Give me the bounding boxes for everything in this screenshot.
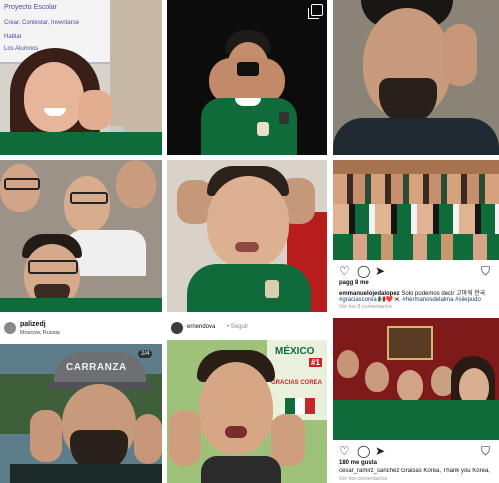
hand (78, 90, 112, 130)
post-caption: cesar_ramirz_sanchez Gracias Korea, Than… (339, 468, 490, 474)
image-counter: 2/4 (138, 350, 153, 358)
group-photo (333, 160, 499, 260)
watch (279, 112, 289, 124)
sticker-gracias: GRACIAS COREA (271, 380, 323, 386)
glasses-icon (4, 178, 40, 190)
glasses-icon (28, 260, 78, 274)
crest-icon (257, 122, 269, 136)
jersey (201, 98, 297, 155)
wall-painting (387, 326, 433, 360)
view-comments-link[interactable]: Ver los 8 comentarios (339, 304, 392, 310)
glasses-icon (70, 192, 108, 204)
back-row (333, 174, 499, 204)
person-face (199, 362, 273, 454)
comment-icon[interactable]: ◯ (357, 444, 370, 458)
post-username[interactable]: ernendova (187, 324, 215, 330)
front-row (333, 234, 499, 260)
bookmark-icon[interactable]: ⛉ (481, 444, 490, 459)
post-username[interactable]: palizedj (20, 321, 46, 328)
person-face-3 (397, 370, 423, 402)
grid-tile-5[interactable] (167, 160, 327, 312)
person-face-2 (64, 176, 110, 232)
crest-icon (265, 280, 279, 298)
post-hashtags[interactable]: #graciascorea 🇲🇽❤️🇰🇷 #hermanosdelalma #s… (339, 296, 497, 303)
jersey (0, 298, 162, 312)
group-photo (333, 318, 499, 440)
sticker-mexico: MÉXICO (275, 346, 315, 357)
whiteboard-text-3: Hablar (4, 34, 22, 40)
grid-tile-3[interactable] (333, 0, 499, 155)
jerseys (333, 400, 499, 440)
whiteboard-text-4: Los Alumnos (4, 46, 39, 52)
grid-tile-4[interactable] (0, 160, 162, 312)
jersey-collar (235, 98, 261, 106)
hand-right (271, 414, 305, 466)
share-icon[interactable]: ➤ (375, 444, 385, 458)
heart-icon[interactable]: ♡ (339, 444, 350, 458)
grid-tile-7[interactable]: palizedj Moscow, Russia 2/4 CARRANZA (0, 318, 162, 483)
hand-left (30, 410, 62, 462)
grid-tile-6[interactable]: ♡ ◯ ➤ ⛉ pagg 8 me emmanuelojedalopez Sol… (333, 160, 499, 312)
bookmark-icon[interactable]: ⛉ (481, 264, 490, 279)
post-location[interactable]: Moscow, Russia (20, 330, 60, 336)
jersey (187, 264, 311, 312)
person-face-3 (116, 160, 156, 208)
person-face-2 (365, 362, 389, 392)
multi-photo-icon (308, 4, 323, 19)
shirt (201, 456, 281, 483)
middle-row (333, 204, 499, 234)
view-comments-link[interactable]: Ver los comentarios (339, 476, 387, 482)
cap: CARRANZA (54, 352, 146, 386)
hand-right (134, 414, 162, 464)
phone (237, 62, 259, 76)
likes-count: pagg 8 me (339, 280, 369, 286)
follow-link[interactable]: • Seguir (227, 324, 248, 330)
person-face (24, 62, 84, 132)
post-photo: 2/4 CARRANZA (0, 344, 162, 483)
whiteboard-text-2: Crear, Contestar, Inventarse (4, 20, 80, 26)
grid-tile-1[interactable]: Proyecto Escolar Crear, Contestar, Inven… (0, 0, 162, 155)
mouth (225, 426, 247, 438)
child-face (207, 176, 289, 268)
likes-count: 180 me gusta (339, 460, 378, 466)
grid-tile-8[interactable]: ernendova • Seguir MÉXICO #1 GRACIAS COR… (167, 318, 327, 483)
post-photo: MÉXICO #1 GRACIAS COREA (167, 340, 327, 483)
avatar[interactable] (171, 322, 183, 334)
flag-icon (285, 398, 315, 414)
avatar[interactable] (4, 322, 16, 334)
shirt (0, 132, 162, 155)
cap-text: CARRANZA (66, 362, 127, 373)
share-icon[interactable]: ➤ (375, 264, 385, 278)
hand-left (169, 410, 201, 466)
whiteboard-text-1: Proyecto Escolar (4, 4, 57, 11)
heart-icon[interactable]: ♡ (339, 264, 350, 278)
sticker-number: #1 (309, 358, 322, 367)
shirt (333, 118, 499, 155)
shirt (10, 464, 162, 483)
grid-tile-9[interactable]: ♡ ◯ ➤ ⛉ 180 me gusta cesar_ramirz_sanche… (333, 318, 499, 483)
comment-icon[interactable]: ◯ (357, 264, 370, 278)
hand (443, 24, 477, 86)
grid-tile-2[interactable] (167, 0, 327, 155)
person-face-1 (337, 350, 359, 378)
mouth (235, 242, 259, 252)
